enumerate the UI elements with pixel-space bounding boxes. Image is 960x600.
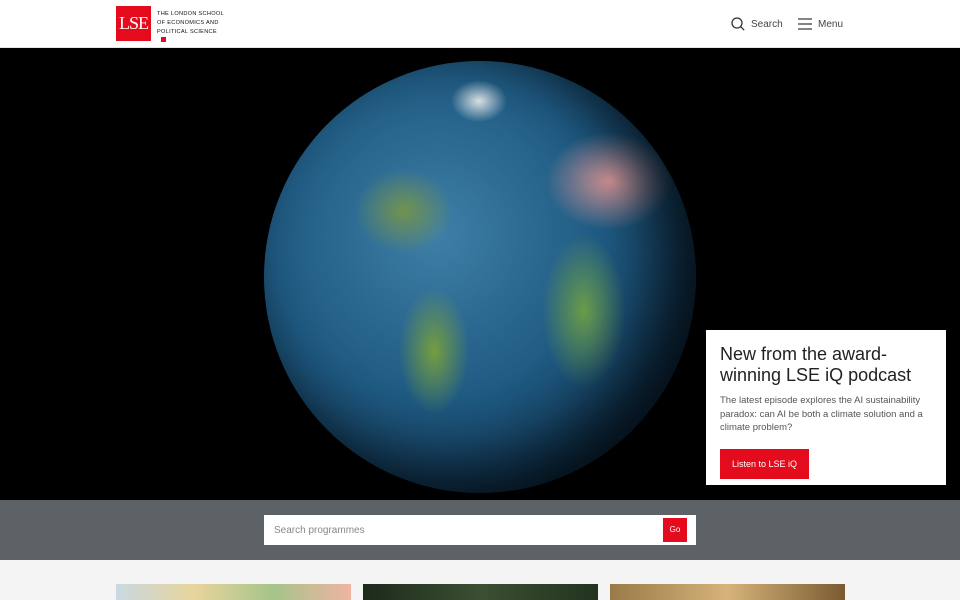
header-search-button[interactable]: Search [731, 14, 783, 34]
programme-search-input[interactable] [264, 515, 659, 545]
lse-logo[interactable]: LSE The London School of Economics and P… [116, 6, 224, 42]
logo-line-3: Political Science [157, 28, 224, 42]
menu-label: Menu [818, 18, 844, 30]
feature-card-interior-image[interactable] [610, 584, 845, 600]
listen-to-lse-iq-button[interactable]: Listen to LSE iQ [720, 448, 810, 479]
logo-wordmark: The London School of Economics and Polit… [157, 10, 224, 42]
feature-cards-row [0, 560, 960, 600]
programme-search-box: Go [264, 515, 696, 545]
programme-search-band: Go [0, 500, 960, 560]
feature-card-map-image[interactable] [116, 584, 351, 600]
logo-mark: LSE [116, 6, 151, 41]
header-menu-button[interactable]: Menu [798, 14, 843, 34]
search-icon [731, 17, 745, 31]
logo-red-square [161, 37, 166, 42]
site-header: LSE The London School of Economics and P… [0, 0, 960, 48]
programme-search-go-button[interactable]: Go [663, 518, 687, 542]
logo-line-2: of Economics and [157, 20, 219, 26]
podcast-promo-card: New from the award-winning LSE iQ podcas… [706, 330, 946, 485]
logo-line-1: The London School [157, 11, 224, 17]
earth-globe-image [264, 61, 696, 493]
feature-card-trees-image[interactable] [363, 584, 598, 600]
promo-description: The latest episode explores the AI susta… [720, 395, 923, 433]
search-label: Search [751, 18, 783, 30]
promo-title: New from the award-winning LSE iQ podcas… [720, 344, 912, 385]
hamburger-menu-icon [798, 18, 812, 30]
